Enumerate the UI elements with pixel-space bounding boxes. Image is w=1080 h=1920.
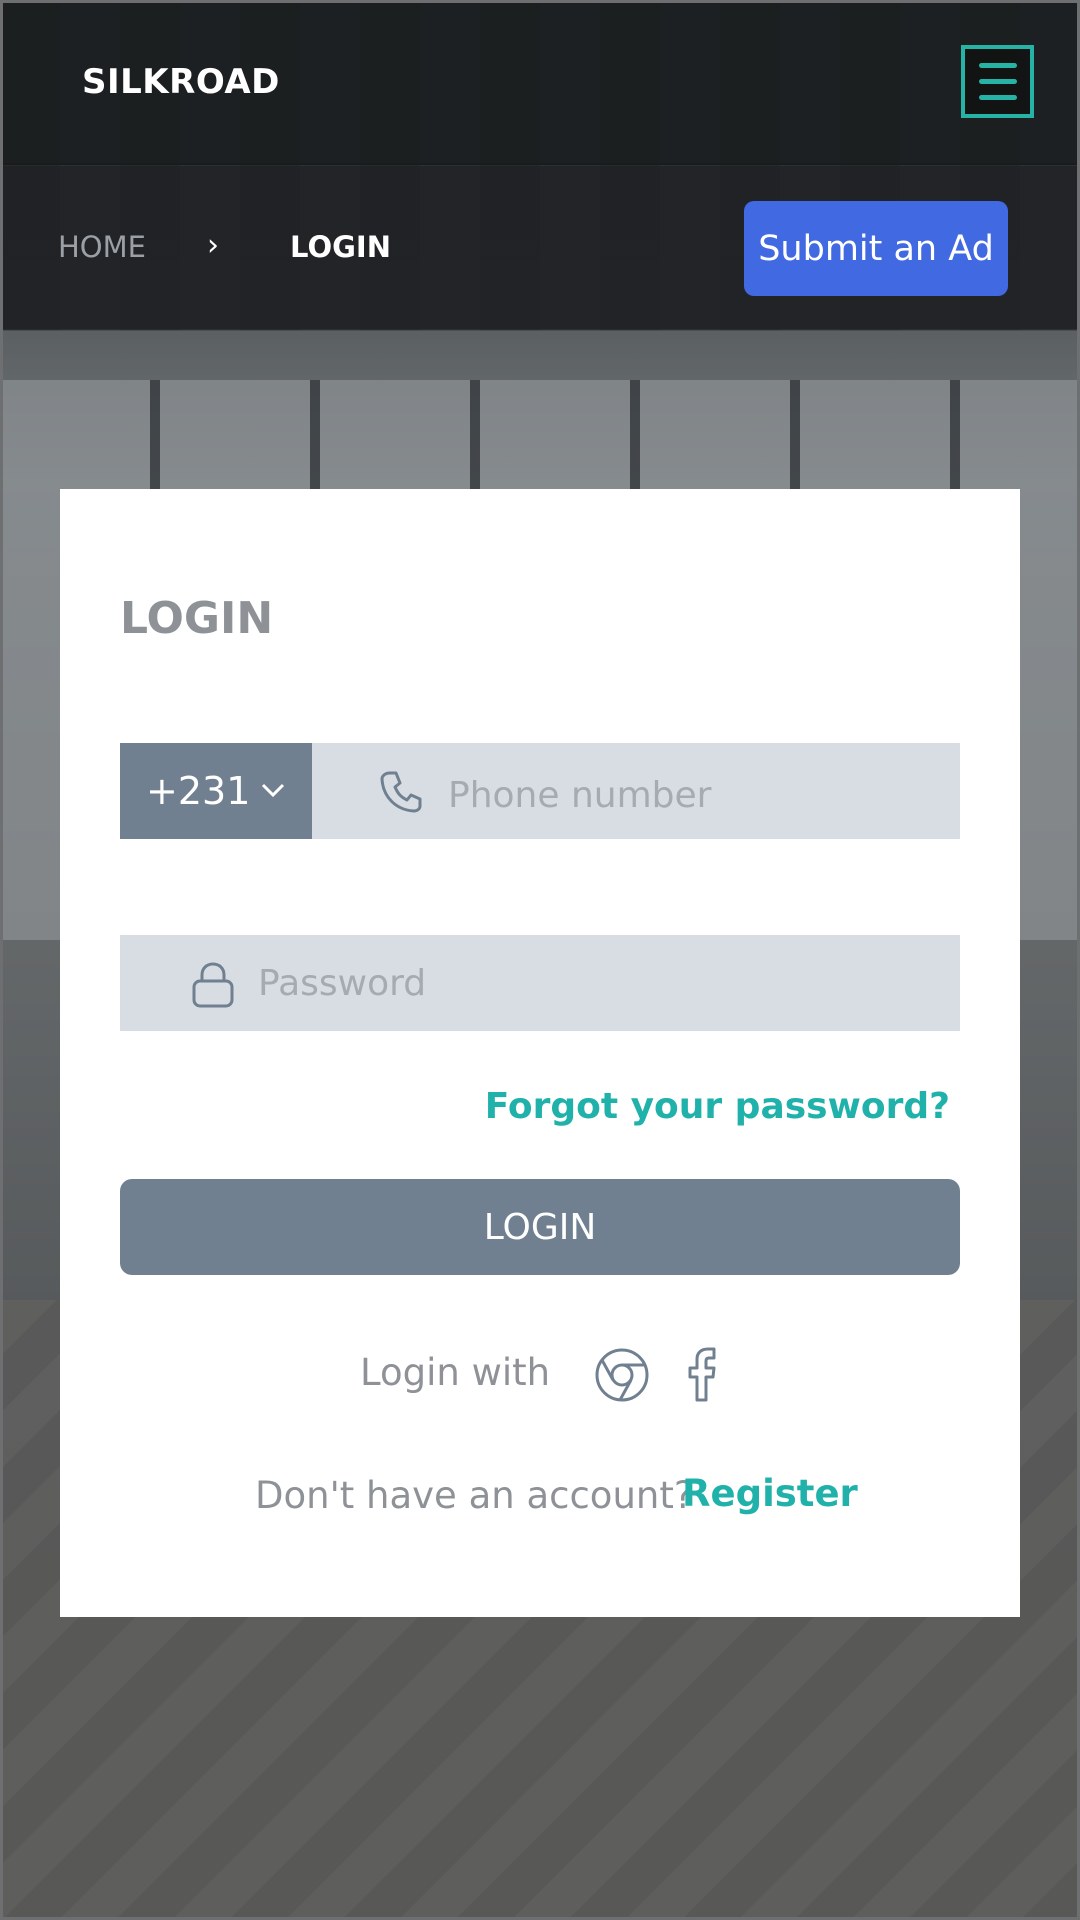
breadcrumb-current: LOGIN	[290, 230, 391, 264]
register-link[interactable]: Register	[682, 1472, 858, 1515]
submit-ad-button[interactable]: Submit an Ad	[744, 201, 1008, 296]
chevron-down-icon	[261, 783, 285, 798]
phone-field[interactable]	[312, 743, 960, 839]
country-code-value: +231	[146, 769, 251, 813]
page-title: LOGIN	[120, 593, 274, 644]
breadcrumb-separator: ›	[207, 228, 219, 263]
breadcrumb-home[interactable]: HOME	[58, 230, 146, 264]
no-account-text: Don't have an account?	[255, 1474, 694, 1517]
hamburger-menu-icon	[979, 63, 1017, 68]
top-header: SILKROAD	[0, 0, 1080, 165]
menu-button[interactable]	[961, 45, 1034, 118]
password-field[interactable]	[120, 935, 960, 1031]
site-logo[interactable]: SILKROAD	[82, 62, 280, 102]
facebook-icon[interactable]	[682, 1345, 722, 1403]
login-card: LOGIN +231 Forgot your password? LOGIN L…	[60, 489, 1020, 1617]
forgot-password-link[interactable]: Forgot your password?	[485, 1086, 950, 1127]
login-with-label: Login with	[360, 1351, 551, 1394]
phone-icon	[380, 771, 422, 813]
phone-input[interactable]	[448, 765, 938, 825]
login-button[interactable]: LOGIN	[120, 1179, 960, 1275]
country-code-select[interactable]: +231	[120, 743, 312, 839]
chrome-icon[interactable]	[594, 1347, 650, 1403]
lock-icon	[192, 962, 234, 1008]
password-input[interactable]	[258, 953, 938, 1013]
